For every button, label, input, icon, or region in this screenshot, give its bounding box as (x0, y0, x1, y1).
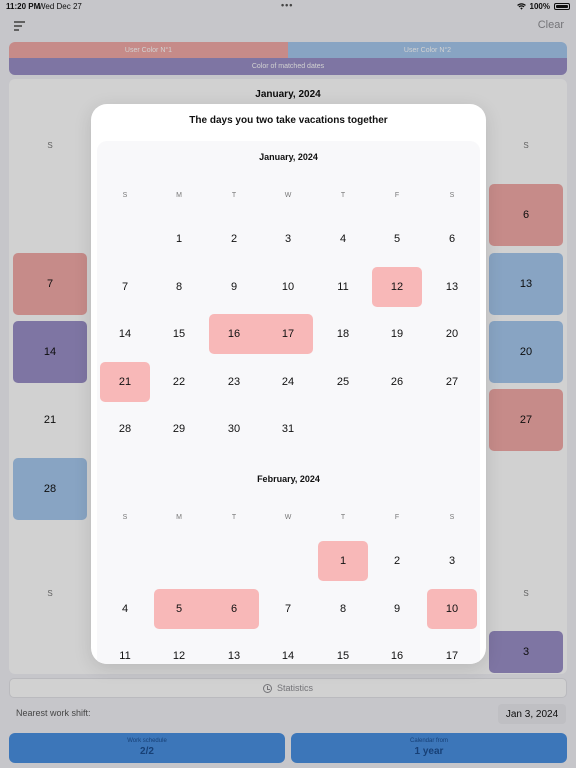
calendar-day[interactable]: 1 (316, 541, 370, 581)
modal-title: The days you two take vacations together (189, 115, 388, 126)
calendar-day[interactable]: 25 (316, 362, 370, 402)
month-title: February, 2024 (257, 474, 320, 484)
calendar-day[interactable]: 17 (425, 636, 479, 664)
calendar-day[interactable]: 15 (316, 636, 370, 664)
calendar-day[interactable]: 19 (370, 314, 424, 354)
calendar-day[interactable]: 21 (98, 362, 152, 402)
calendar-day[interactable]: 13 (425, 267, 479, 307)
calendar-day[interactable]: 18 (316, 314, 370, 354)
weekday-label: T (231, 192, 237, 199)
calendar-day[interactable]: 10 (425, 589, 479, 629)
weekday-label: T (340, 514, 346, 521)
calendar-day[interactable]: 23 (207, 362, 261, 402)
calendar-day[interactable]: 8 (316, 589, 370, 629)
calendar-day[interactable]: 10 (261, 267, 315, 307)
calendar-day[interactable]: 11 (316, 267, 370, 307)
calendar-day[interactable]: 3 (425, 541, 479, 581)
calendar-day[interactable]: 16 (207, 314, 261, 354)
weekday-label: M (176, 192, 182, 199)
calendar-day[interactable]: 7 (261, 589, 315, 629)
calendar-day[interactable]: 13 (207, 636, 261, 664)
calendar-day[interactable]: 17 (261, 314, 315, 354)
weekday-label: S (122, 514, 128, 521)
calendar-day[interactable]: 4 (98, 589, 152, 629)
calendar-day[interactable]: 28 (98, 409, 152, 449)
calendar-day[interactable]: 12 (370, 267, 424, 307)
calendar-day[interactable]: 31 (261, 409, 315, 449)
weekday-label: F (394, 192, 400, 199)
calendar-day[interactable]: 9 (207, 267, 261, 307)
calendar-day[interactable]: 26 (370, 362, 424, 402)
calendar-day[interactable]: 16 (370, 636, 424, 664)
calendar-day[interactable]: 9 (370, 589, 424, 629)
modal-calendar: January, 2024 S M T W T F S 1 2 3 4 5 6 7 8 9 10 11 12 13 14 1… (97, 141, 480, 664)
calendar-day[interactable]: 3 (261, 219, 315, 259)
calendar-day[interactable]: 6 (425, 219, 479, 259)
calendar-day[interactable]: 5 (152, 589, 206, 629)
vacation-modal: The days you two take vacations together… (91, 104, 486, 664)
calendar-day[interactable]: 14 (98, 314, 152, 354)
calendar-day[interactable]: 6 (207, 589, 261, 629)
weekday-label: T (231, 514, 237, 521)
month-title: January, 2024 (259, 152, 318, 162)
weekday-label: F (394, 514, 400, 521)
calendar-day[interactable]: 1 (152, 219, 206, 259)
calendar-day[interactable]: 4 (316, 219, 370, 259)
calendar-day[interactable]: 2 (370, 541, 424, 581)
calendar-day[interactable]: 22 (152, 362, 206, 402)
calendar-day[interactable]: 2 (207, 219, 261, 259)
weekday-label: M (176, 514, 182, 521)
weekday-label: W (284, 514, 292, 521)
weekday-label: T (340, 192, 346, 199)
calendar-day[interactable]: 15 (152, 314, 206, 354)
weekday-label: S (449, 514, 455, 521)
calendar-day[interactable]: 29 (152, 409, 206, 449)
calendar-day[interactable]: 11 (98, 636, 152, 664)
calendar-day[interactable]: 5 (370, 219, 424, 259)
calendar-day[interactable]: 7 (98, 267, 152, 307)
calendar-day[interactable]: 24 (261, 362, 315, 402)
calendar-day[interactable]: 8 (152, 267, 206, 307)
weekday-label: S (122, 192, 128, 199)
calendar-day[interactable]: 30 (207, 409, 261, 449)
weekday-label: S (449, 192, 455, 199)
calendar-day[interactable]: 27 (425, 362, 479, 402)
calendar-day[interactable]: 20 (425, 314, 479, 354)
weekday-label: W (284, 192, 292, 199)
calendar-day[interactable]: 12 (152, 636, 206, 664)
calendar-day[interactable]: 14 (261, 636, 315, 664)
